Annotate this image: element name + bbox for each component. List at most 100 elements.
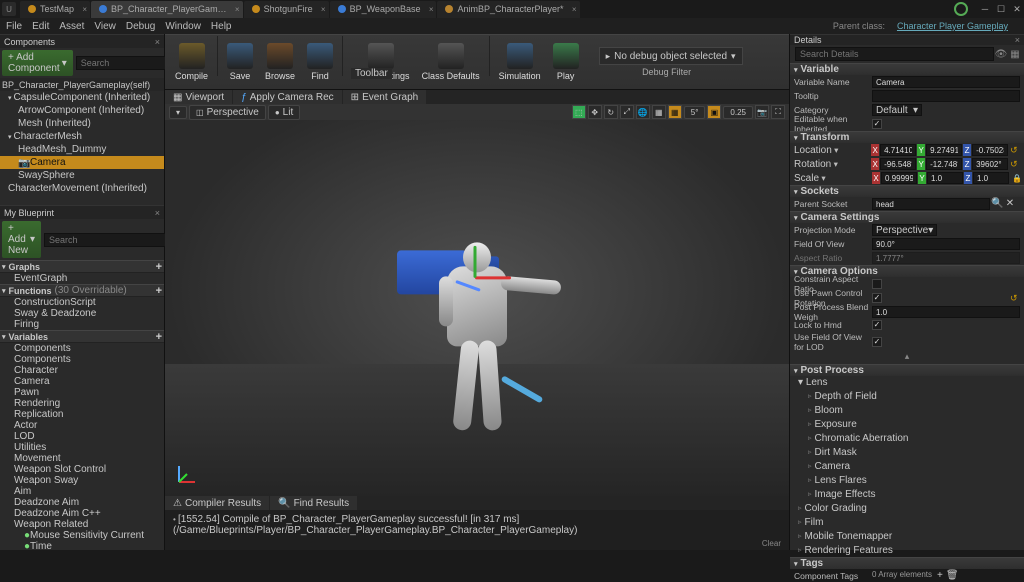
constrain-checkbox[interactable] [872, 279, 882, 289]
grid-snap-icon[interactable]: ▦ [668, 105, 682, 119]
editable-checkbox[interactable] [872, 119, 882, 129]
tab-event-graph[interactable]: ⊞Event Graph [343, 90, 427, 104]
close-icon[interactable]: × [235, 5, 240, 14]
component-tree-item[interactable]: ▾CharacterMesh [0, 130, 164, 143]
source-control-icon[interactable] [954, 2, 968, 16]
tab-compiler-results[interactable]: ⚠Compiler Results [165, 496, 269, 510]
list-item[interactable]: Rendering [0, 398, 164, 409]
search-icon[interactable]: 🔍 [991, 198, 1003, 210]
menu-help[interactable]: Help [211, 21, 232, 32]
list-item[interactable]: Character [0, 365, 164, 376]
clear-icon[interactable]: ✕ [1004, 198, 1016, 210]
list-item[interactable]: Sway & Deadzone [0, 308, 164, 319]
location-vector[interactable]: XYZ [871, 144, 1008, 156]
document-tab[interactable]: BP_Character_PlayerGam…× [91, 1, 243, 18]
list-item[interactable]: Weapon Slot Control [0, 464, 164, 475]
close-icon[interactable]: × [155, 37, 160, 47]
filter-icon[interactable]: 👁 [994, 49, 1008, 60]
section-variable[interactable]: ▾Variable [790, 63, 1024, 75]
coord-space-icon[interactable]: 🌐 [636, 105, 650, 119]
projection-select[interactable]: Perspective▾ [872, 224, 937, 236]
parent-class-link[interactable]: Character Player Gameplay [897, 21, 1008, 31]
play-button[interactable]: Play [547, 36, 585, 88]
class-settings-button[interactable]: Class Settings [346, 36, 416, 88]
close-icon[interactable]: × [429, 5, 434, 14]
post-category[interactable]: ▹Mobile Tonemapper [790, 529, 1024, 543]
component-tree-item[interactable]: Mesh (Inherited) [0, 117, 164, 130]
component-tree-item[interactable]: SwaySphere [0, 169, 164, 182]
list-item[interactable]: Aim [0, 486, 164, 497]
add-icon[interactable]: + [156, 331, 162, 343]
list-item[interactable]: Pawn [0, 387, 164, 398]
list-item[interactable]: Camera [0, 376, 164, 387]
compile-button[interactable]: Compile [169, 36, 214, 88]
list-item[interactable]: Utilities [0, 442, 164, 453]
add-new-button[interactable]: + Add New▾ [2, 221, 41, 258]
close-button[interactable]: ✕ [1012, 2, 1022, 16]
reset-icon[interactable]: ↺ [1010, 159, 1020, 169]
category-select[interactable]: Default▾ [872, 104, 922, 116]
parent-socket-input[interactable] [872, 198, 990, 210]
list-item[interactable]: Replication [0, 409, 164, 420]
myblueprint-search-input[interactable] [44, 233, 171, 247]
category-header[interactable]: ▾Functions(30 Overridable)+ [0, 284, 164, 297]
list-item[interactable]: Firing [0, 319, 164, 330]
trash-icon[interactable]: 🗑 [946, 570, 959, 581]
class-defaults-button[interactable]: Class Defaults [416, 36, 486, 88]
close-icon[interactable]: × [155, 208, 160, 218]
document-tab[interactable]: AnimBP_CharacterPlayer*× [437, 1, 579, 18]
menu-file[interactable]: File [6, 21, 22, 32]
scale-snap-icon[interactable]: ▣ [707, 105, 721, 119]
minimize-button[interactable]: ─ [980, 2, 990, 16]
post-category[interactable]: ▹Rendering Features [790, 543, 1024, 557]
tooltip-input[interactable] [872, 90, 1020, 102]
find-button[interactable]: Find [301, 36, 339, 88]
close-icon[interactable]: × [1015, 35, 1020, 45]
add-component-button[interactable]: + Add Component▾ [2, 50, 73, 76]
tab-find-results[interactable]: 🔍Find Results [270, 496, 357, 510]
scale-vector[interactable]: XYZ [872, 172, 1012, 184]
menu-edit[interactable]: Edit [32, 21, 49, 32]
menu-window[interactable]: Window [165, 21, 201, 32]
tab-apply-camera[interactable]: ƒApply Camera Rec [233, 90, 341, 104]
list-item[interactable]: Components [0, 354, 164, 365]
component-tree-item[interactable]: CharacterMovement (Inherited) [0, 182, 164, 195]
pawn-rotation-checkbox[interactable] [872, 293, 882, 303]
section-transform[interactable]: ▾Transform [790, 131, 1024, 143]
fov-input[interactable] [872, 238, 1020, 250]
close-icon[interactable]: × [321, 5, 326, 14]
section-camera-settings[interactable]: ▾Camera Settings [790, 211, 1024, 223]
list-item[interactable]: LOD [0, 431, 164, 442]
maximize-button[interactable]: ☐ [996, 2, 1006, 16]
list-item[interactable]: Actor [0, 420, 164, 431]
close-icon[interactable]: × [572, 5, 577, 14]
component-tree-item[interactable]: 📷Camera [0, 156, 164, 169]
fov-lod-checkbox[interactable] [872, 337, 882, 347]
menu-asset[interactable]: Asset [59, 21, 84, 32]
document-tab[interactable]: BP_WeaponBase× [330, 1, 437, 18]
browse-button[interactable]: Browse [259, 36, 301, 88]
reset-icon[interactable]: ↺ [1010, 293, 1020, 303]
pp-blend-input[interactable] [872, 306, 1020, 318]
post-item[interactable]: ▹Lens Flares [790, 473, 1024, 487]
post-item[interactable]: ▹Dirt Mask [790, 445, 1024, 459]
gizmo-select-icon[interactable]: ⬚ [572, 105, 586, 119]
camera-speed-icon[interactable]: 📷 [755, 105, 769, 119]
list-item[interactable]: EventGraph [0, 273, 164, 284]
viewport-max-icon[interactable]: ⛶ [771, 105, 785, 119]
component-tree-item[interactable]: ▾CapsuleComponent (Inherited) [0, 91, 164, 104]
menu-view[interactable]: View [94, 21, 116, 32]
list-item[interactable]: Weapon Related [0, 519, 164, 530]
lock-hmd-checkbox[interactable] [872, 320, 882, 330]
simulation-button[interactable]: Simulation [493, 36, 547, 88]
add-icon[interactable]: + [156, 261, 162, 273]
debug-object-selector[interactable]: ▸ No debug object selected▾ [599, 47, 743, 65]
reset-icon[interactable]: ↺ [1010, 145, 1020, 155]
scale-snap-value[interactable]: 0.25 [723, 106, 753, 119]
list-item[interactable]: ● Mouse Sensitivity Current [0, 530, 164, 541]
list-item[interactable]: Weapon Sway [0, 475, 164, 486]
matrix-icon[interactable]: ▦ [1008, 49, 1022, 60]
lit-button[interactable]: ● Lit [268, 105, 300, 120]
list-item[interactable]: Deadzone Aim [0, 497, 164, 508]
add-icon[interactable]: + [937, 570, 943, 581]
